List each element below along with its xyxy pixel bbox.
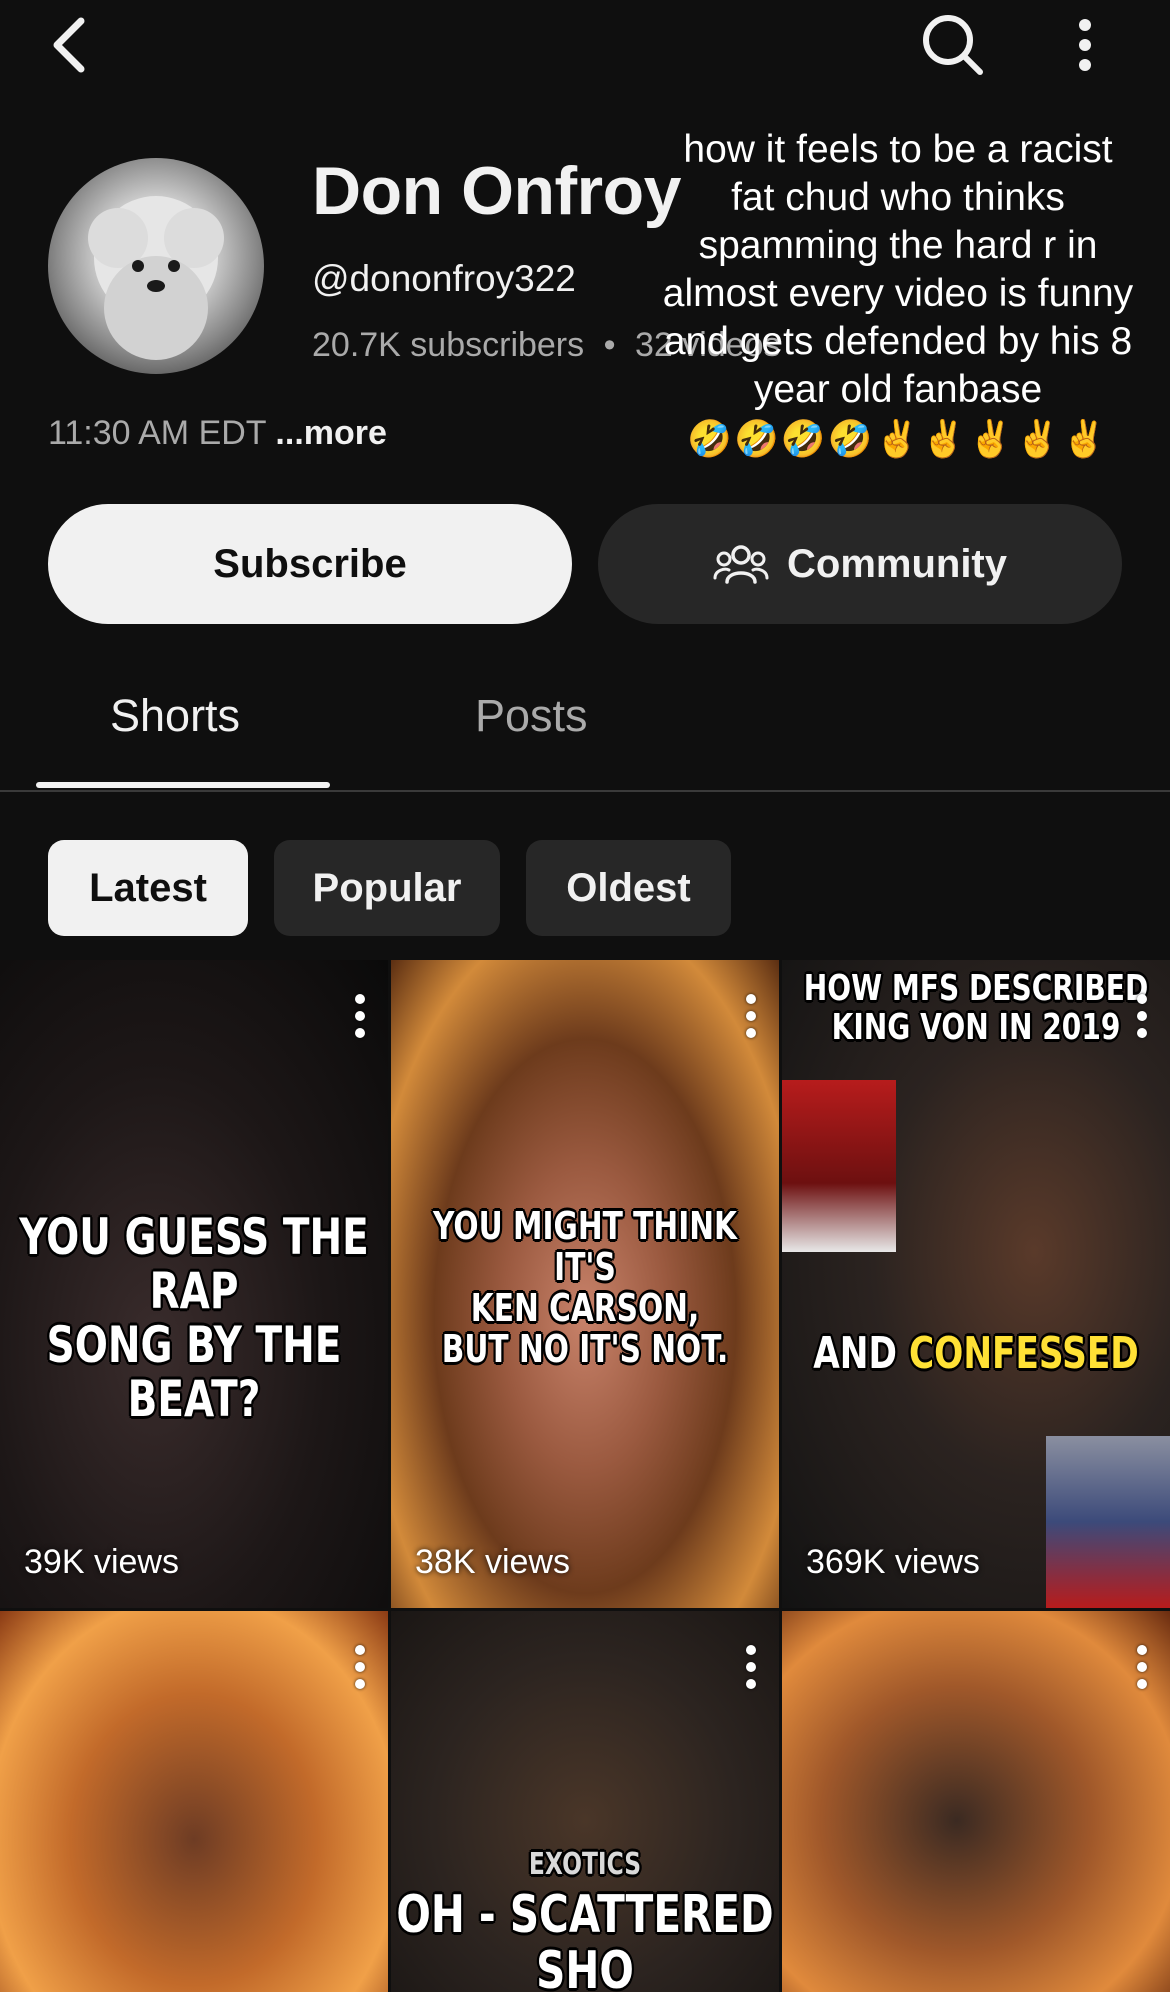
overlay-emoji: 🤣🤣🤣🤣✌️✌️✌️✌️✌️ bbox=[687, 418, 1109, 459]
stats-separator: • bbox=[603, 326, 616, 364]
chip-popular[interactable]: Popular bbox=[274, 840, 500, 936]
short-thumbnail[interactable]: YOU MIGHT THINK IT'S KEN CARSON, BUT NO … bbox=[391, 960, 779, 1608]
chevron-left-icon bbox=[53, 17, 85, 73]
short-thumbnail[interactable]: EXOTICS OH - SCATTERED SHO bbox=[391, 1611, 779, 1992]
back-button[interactable] bbox=[34, 10, 104, 80]
short-thumbnail[interactable]: YOU GUESS THE RAP SONG BY THE BEAT? 39K … bbox=[0, 960, 388, 1608]
search-button[interactable] bbox=[918, 10, 988, 80]
caption-line: SONG BY THE BEAT? bbox=[46, 1316, 342, 1428]
caption-highlight: CONFESSED bbox=[908, 1328, 1139, 1379]
community-label: Community bbox=[787, 541, 1007, 586]
caption-line: OH - SCATTERED SHO bbox=[396, 1885, 774, 1992]
more-vertical-icon bbox=[1079, 19, 1091, 71]
short-more-icon[interactable] bbox=[354, 994, 366, 1038]
short-views: 38K views bbox=[415, 1543, 570, 1581]
channel-name: Don Onfroy bbox=[312, 153, 681, 229]
short-more-icon[interactable] bbox=[745, 1645, 757, 1689]
community-button[interactable]: Community bbox=[598, 504, 1122, 624]
search-icon bbox=[923, 15, 983, 75]
short-thumbnail[interactable]: HOW MFS DESCRIBED KING VON IN 2019 AND C… bbox=[782, 960, 1170, 1608]
short-more-icon[interactable] bbox=[1136, 994, 1148, 1038]
channel-description[interactable]: 11:30 AM EDT ...more bbox=[48, 414, 387, 453]
subscribe-label: Subscribe bbox=[213, 541, 407, 586]
short-caption: OH - SCATTERED SHO bbox=[391, 1887, 779, 1992]
short-more-icon[interactable] bbox=[1136, 1645, 1148, 1689]
community-icon bbox=[713, 545, 769, 584]
more-link[interactable]: ...more bbox=[275, 414, 386, 452]
caption-line: AND bbox=[813, 1328, 909, 1379]
channel-avatar[interactable] bbox=[48, 158, 264, 374]
tab-divider bbox=[0, 790, 1170, 792]
short-caption: YOU GUESS THE RAP SONG BY THE BEAT? bbox=[11, 1210, 376, 1426]
short-caption: YOU MIGHT THINK IT'S KEN CARSON, BUT NO … bbox=[410, 1204, 759, 1372]
inset-photo bbox=[782, 1080, 896, 1252]
chip-latest[interactable]: Latest bbox=[48, 840, 248, 936]
tab-selected-indicator bbox=[36, 782, 330, 788]
short-caption: HOW MFS DESCRIBED KING VON IN 2019 bbox=[793, 968, 1158, 1048]
caption-line: KEN CARSON, bbox=[470, 1286, 700, 1331]
caption-line: KING VON IN 2019 bbox=[831, 1006, 1121, 1048]
overlay-caption-text: how it feels to be a racist fat chud who… bbox=[662, 128, 1134, 411]
short-thumbnail[interactable] bbox=[0, 1611, 388, 1992]
more-options-button[interactable] bbox=[1050, 10, 1120, 80]
avatar-dog-image bbox=[88, 196, 224, 360]
short-views: 39K views bbox=[24, 1543, 179, 1581]
caption-line: EXOTICS bbox=[528, 1847, 642, 1882]
channel-handle: @dononfroy322 bbox=[312, 258, 576, 299]
short-caption: AND CONFESSED bbox=[793, 1330, 1158, 1378]
tab-posts[interactable]: Posts bbox=[475, 690, 588, 742]
short-more-icon[interactable] bbox=[745, 994, 757, 1038]
caption-line: BUT NO IT'S NOT. bbox=[441, 1327, 729, 1372]
short-views: 369K views bbox=[806, 1543, 980, 1581]
inset-photo bbox=[1046, 1436, 1170, 1608]
caption-line: HOW MFS DESCRIBED bbox=[803, 968, 1149, 1009]
short-thumbnail[interactable] bbox=[782, 1611, 1170, 1992]
local-time: 11:30 AM EDT bbox=[48, 414, 276, 452]
caption-line: YOU GUESS THE RAP bbox=[19, 1208, 369, 1320]
subscriber-count: 20.7K subscribers bbox=[312, 326, 585, 364]
caption-line: YOU MIGHT THINK IT'S bbox=[432, 1204, 738, 1290]
subscribe-button[interactable]: Subscribe bbox=[48, 504, 572, 624]
short-more-icon[interactable] bbox=[354, 1645, 366, 1689]
short-caption: EXOTICS bbox=[434, 1847, 737, 1882]
tab-shorts[interactable]: Shorts bbox=[110, 690, 240, 742]
chip-oldest[interactable]: Oldest bbox=[526, 840, 731, 936]
